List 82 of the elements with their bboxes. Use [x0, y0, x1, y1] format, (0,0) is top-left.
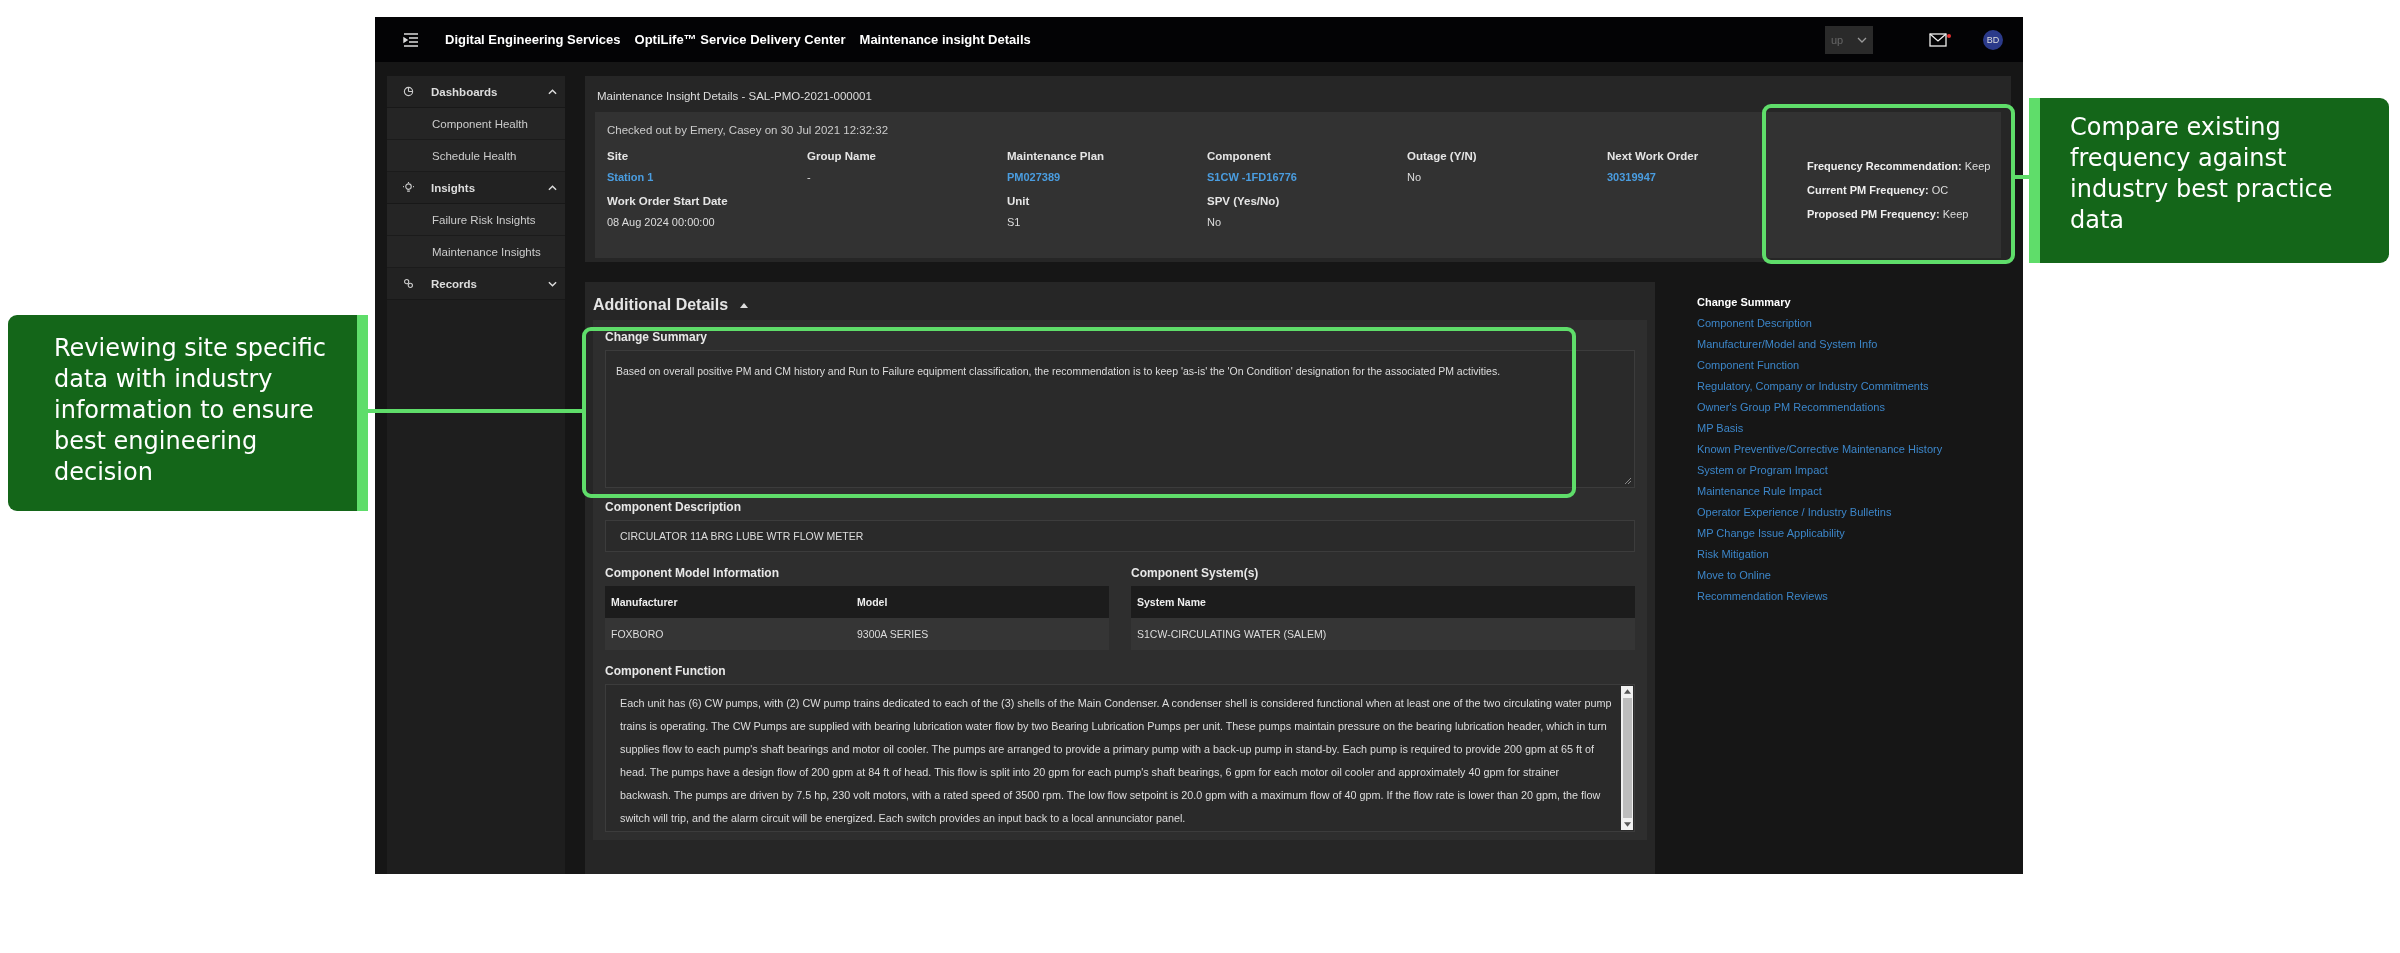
section-link[interactable]: Manufacturer/Model and System Info [1697, 338, 1878, 350]
dropdown[interactable]: up [1825, 25, 1873, 54]
field-label: Change Summary [605, 330, 709, 344]
callout: Compare existing frequency against industry best practice data [2029, 98, 2389, 263]
section-link[interactable]: Component Function [1697, 359, 1800, 371]
table-cell-text: FOXBORO [611, 628, 665, 640]
checkout-info: Checked out by Emery, Casey on 30 Jul 2021 12:32:32 [607, 124, 890, 136]
section-link[interactable]: Component Description [1697, 317, 1812, 329]
section-link[interactable]: System or Program Impact [1697, 464, 1828, 476]
field-label: Component Function [605, 664, 727, 678]
column-header: System Name [1137, 596, 1207, 608]
breadcrumb-title: Maintenance insight Details [859, 32, 1031, 47]
section-link[interactable]: MP Change Issue Applicability [1697, 527, 1845, 539]
field-value: S1 [1007, 216, 1021, 228]
details-title: Maintenance Insight Details - SAL-PMO-2021-000001 [597, 90, 873, 102]
section-heading: Additional Details [593, 296, 729, 314]
section-link[interactable]: Known Preventive/Corrective Maintenance History [1697, 443, 1943, 455]
field-label: Group Name [807, 150, 877, 162]
table-cell-text: 9300A SERIES [857, 628, 930, 640]
column-header: Model [857, 596, 889, 608]
table-title: Component System(s) [1131, 566, 1260, 580]
sidebar-section[interactable]: Dashboards [387, 76, 565, 108]
section-link[interactable]: Recommendation Reviews [1697, 590, 1828, 602]
table-cell-text: S1CW-CIRCULATING WATER (SALEM) [1137, 628, 1328, 640]
mail-icon[interactable] [1929, 32, 1951, 47]
field-label: Unit [1007, 195, 1031, 207]
field-link[interactable]: 30319947 [1607, 171, 1656, 183]
breadcrumb-title: Digital Engineering Services [445, 32, 621, 47]
frequency-info: Proposed PM Frequency: Keep [1807, 208, 1970, 220]
sidebar-item[interactable]: Maintenance Insights [387, 236, 565, 268]
callout: Reviewing site specific data with industry information to ensure best engineering decision [8, 315, 368, 511]
pie-chart-icon [403, 86, 414, 97]
scroll-up-icon[interactable] [1623, 689, 1631, 694]
breadcrumb-title: OptiLife™ Service Delivery Center [634, 32, 846, 47]
section-link[interactable]: Owner's Group PM Recommendations [1697, 401, 1885, 413]
caret-up-icon[interactable] [740, 302, 749, 308]
user-avatar[interactable]: BD [1983, 29, 2003, 50]
section-link[interactable]: Maintenance Rule Impact [1697, 485, 1822, 497]
input-field[interactable]: CIRCULATOR 11A BRG LUBE WTR FLOW METER [605, 520, 1635, 552]
scrollbar[interactable] [1621, 686, 1633, 830]
section-link[interactable]: Regulatory, Company or Industry Commitments [1697, 380, 1929, 392]
menu-icon[interactable] [403, 32, 419, 47]
frequency-info: Current PM Frequency: OC [1807, 184, 1950, 196]
text-area[interactable]: Each unit has (6) CW pumps, with (2) CW pump trains dedicated to each of the (3) shells of the Main Condenser. A condenser shell is considered functional when at least one of the two circulating water pump trains is operating. The CW Pumps are supplied with bearing lubrication water flow by two Bearing Lubrication Pumps per unit. These pumps maintain pressure on the bearing lubrication header, which in turn supplies flow to each pump's shaft bearings and motor oil cooler. The pumps are arranged to provide a primary pump with a back-up pump in stand-by. Each pump is required to provide 200 gpm at 65 ft of head. The pumps have a design flow of 200 gpm at 84 ft of head. This flow is split into 20 gpm for each pump's shaft bearings, 6 gpm for each motor oil cooler and approximately 40 gpm for strainer backwash. The pumps are driven by 7.5 hp, 230 volt motors, with a rated speed of 3500 rpm. The low flow setpoint is 20.0 gpm with a maximum flow of 40 gpm. If the flow rate is lower than 20 gpm, the flow switch will trip, and the alarm circuit will be energized. Each switch provides an input back to a local annunciator panel. [605, 684, 1635, 832]
field-label: Outage (Y/N) [1407, 150, 1478, 162]
field-value: No [1207, 216, 1222, 228]
sidebar-item[interactable]: Schedule Health [387, 140, 565, 172]
field-label: Next Work Order [1607, 150, 1700, 162]
sidebar-section[interactable]: Insights [387, 172, 565, 204]
field-label: Site [607, 150, 630, 162]
section-link[interactable]: Move to Online [1697, 569, 1771, 581]
sidebar-item[interactable]: Failure Risk Insights [387, 204, 565, 236]
section-link[interactable]: Operator Experience / Industry Bulletins [1697, 506, 1892, 518]
scroll-down-icon[interactable] [1623, 822, 1631, 827]
field-label: Work Order Start Date [607, 195, 729, 207]
section-link[interactable]: Change Summary [1697, 296, 1791, 308]
chevron-up-icon [548, 184, 557, 191]
table-title: Component Model Information [605, 566, 780, 580]
section-link[interactable]: Risk Mitigation [1697, 548, 1769, 560]
resize-grip-icon[interactable] [1624, 477, 1632, 485]
field-label: Maintenance Plan [1007, 150, 1106, 162]
chevron-down-icon [1857, 36, 1867, 43]
field-link[interactable]: PM027389 [1007, 171, 1061, 183]
column-header: Manufacturer [611, 596, 679, 608]
field-link[interactable]: Station 1 [607, 171, 654, 183]
people-icon [403, 278, 414, 289]
field-value: No [1407, 171, 1422, 183]
field-value: - [807, 171, 811, 183]
field-label: SPV (Yes/No) [1207, 195, 1281, 207]
field-value: 08 Aug 2024 00:00:00 [607, 216, 715, 228]
section-link[interactable]: MP Basis [1697, 422, 1744, 434]
text-area[interactable]: Based on overall positive PM and CM history and Run to Failure equipment classification, the recommendation is to keep 'as-is' the 'On Condition' designation for the associated PM activities. [605, 350, 1635, 488]
sidebar-section[interactable]: Records [387, 268, 565, 300]
field-label: Component Description [605, 500, 742, 514]
field-label: Component [1207, 150, 1272, 162]
field-link[interactable]: S1CW -1FD16776 [1207, 171, 1297, 183]
lightbulb-icon [403, 182, 414, 193]
chevron-up-icon [548, 88, 557, 95]
sidebar-item[interactable]: Component Health [387, 108, 565, 140]
chevron-down-icon [548, 280, 557, 287]
frequency-info: Frequency Recommendation: Keep [1807, 160, 1991, 172]
scroll-thumb[interactable] [1622, 698, 1632, 818]
